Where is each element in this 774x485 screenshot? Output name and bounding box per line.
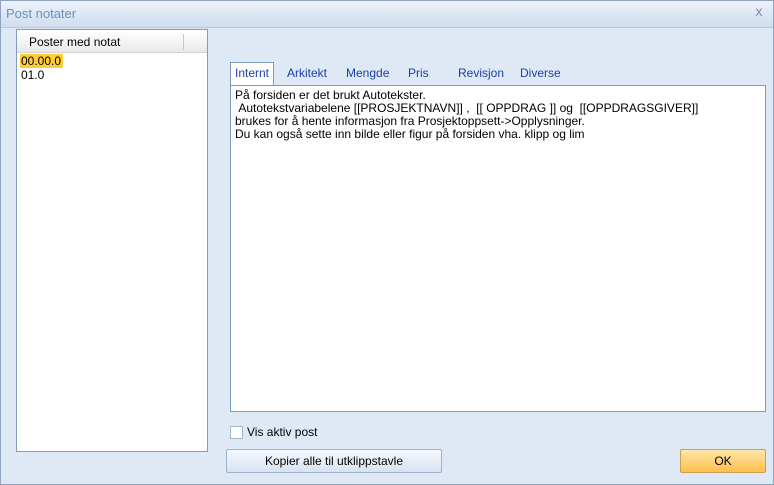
vis-aktiv-post-checkbox[interactable] bbox=[230, 425, 243, 439]
note-textarea[interactable]: På forsiden er det brukt Autotekster. Au… bbox=[230, 85, 766, 412]
list-item-label: 00.00.0 bbox=[20, 54, 64, 68]
window-title: Post notater bbox=[6, 6, 77, 21]
column-divider[interactable] bbox=[183, 34, 184, 50]
ok-button[interactable]: OK bbox=[680, 449, 766, 473]
tab-arkitekt[interactable]: Arkitekt bbox=[287, 63, 327, 83]
list-item[interactable]: 00.00.0 bbox=[17, 54, 207, 68]
vis-aktiv-post-option: Vis aktiv post bbox=[230, 425, 317, 439]
tab-pris[interactable]: Pris bbox=[408, 63, 429, 83]
close-icon[interactable]: x bbox=[751, 4, 767, 22]
vis-aktiv-post-label[interactable]: Vis aktiv post bbox=[247, 425, 317, 439]
poster-list[interactable]: Poster med notat 00.00.0 01.0 bbox=[16, 29, 208, 452]
list-item-label: 01.0 bbox=[21, 68, 45, 82]
tab-diverse[interactable]: Diverse bbox=[520, 63, 561, 83]
tab-internt[interactable]: Internt bbox=[230, 62, 275, 85]
list-item[interactable]: 01.0 bbox=[17, 68, 207, 82]
list-header-label: Poster med notat bbox=[29, 35, 121, 49]
tab-mengde[interactable]: Mengde bbox=[346, 63, 389, 83]
title-bar: Post notater x bbox=[1, 1, 773, 28]
list-header[interactable]: Poster med notat bbox=[17, 30, 207, 53]
note-text: På forsiden er det brukt Autotekster. Au… bbox=[235, 88, 699, 141]
copy-to-clipboard-button[interactable]: Kopier alle til utklippstavle bbox=[226, 449, 442, 473]
list-items: 00.00.0 01.0 bbox=[17, 54, 207, 82]
tab-revisjon[interactable]: Revisjon bbox=[458, 63, 504, 83]
